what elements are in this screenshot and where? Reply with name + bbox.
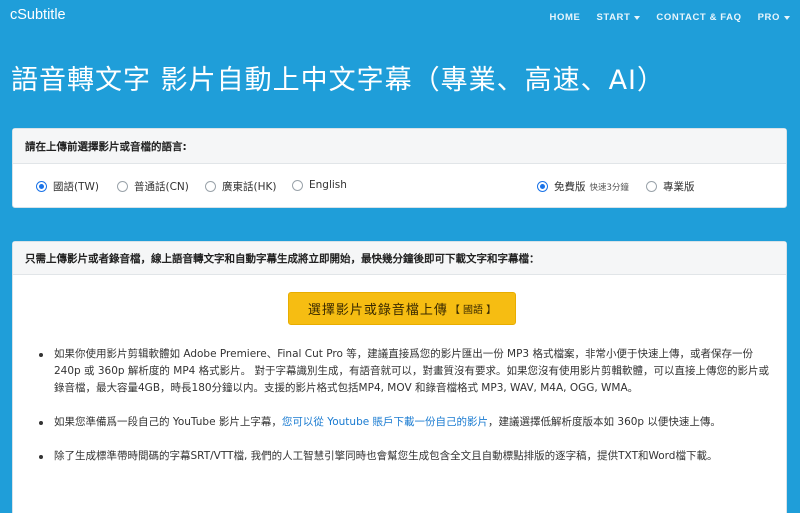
radio-label: 專業版 <box>663 181 695 193</box>
nav-home[interactable]: HOME <box>550 12 581 23</box>
brand-logo[interactable]: cSubtitle <box>10 7 66 23</box>
radio-label: 普通話(CN) <box>134 181 189 193</box>
radio-unchecked-icon <box>646 181 657 192</box>
radio-putonghua-cn[interactable]: 普通話(CN) <box>117 179 189 194</box>
radio-pro-plan[interactable]: 專業版 <box>646 179 695 194</box>
list-item-text: ，建議選擇低解析度版本如 360p 以便快速上傳。 <box>488 416 721 428</box>
radio-checked-icon <box>36 181 47 192</box>
radio-unchecked-icon <box>292 179 303 191</box>
caret-down-icon <box>634 16 641 20</box>
list-item: 如果你使用影片剪辑軟體如 Adobe Premiere、Final Cut Pr… <box>35 346 775 397</box>
nav-start-label: START <box>596 12 631 23</box>
nav-contact-label: CONTACT & FAQ <box>656 12 742 23</box>
nav-menu: HOME START CONTACT & FAQ PRO <box>550 12 790 23</box>
radio-label: English <box>309 179 347 191</box>
language-select-card: 請在上傳前選擇影片或音檔的語言: 國語(TW) 普通話(CN) 廣東話(HK) … <box>12 128 787 208</box>
radio-label: 廣東話(HK) <box>222 181 277 193</box>
list-item-text: 如果你使用影片剪辑軟體如 Adobe Premiere、Final Cut Pr… <box>54 348 770 394</box>
upload-button-language-tag: 【 國語 】 <box>449 305 497 316</box>
radio-label: 免費版 <box>554 181 586 193</box>
upload-card: 只需上傳影片或者錄音檔，線上語音轉文字和自動字幕生成將立即開始，最快幾分鐘後即可… <box>12 241 787 513</box>
upload-button[interactable]: 選擇影片或錄音檔上傳 【 國語 】 <box>288 292 516 325</box>
caret-down-icon <box>784 16 790 20</box>
radio-unchecked-icon <box>117 181 128 192</box>
radio-checked-icon <box>537 181 548 192</box>
list-item-text: 除了生成標準帶時間碼的字幕SRT/VTT檔, 我們的人工智慧引擎同時也會幫您生成… <box>54 450 718 462</box>
nav-home-label: HOME <box>549 12 581 23</box>
radio-english[interactable]: English <box>292 179 347 191</box>
plan-note: 快速3分鐘 <box>589 182 629 193</box>
list-item: 除了生成標準帶時間碼的字幕SRT/VTT檔, 我們的人工智慧引擎同時也會幫您生成… <box>35 448 775 465</box>
page-title: 語音轉文字 影片自動上中文字幕（專業、高速、AI） <box>11 65 666 96</box>
upload-card-header: 只需上傳影片或者錄音檔，線上語音轉文字和自動字幕生成將立即開始，最快幾分鐘後即可… <box>13 242 786 275</box>
radio-cantonese-hk[interactable]: 廣東話(HK) <box>205 179 276 194</box>
radio-unchecked-icon <box>205 181 216 192</box>
language-radio-row: 國語(TW) 普通話(CN) 廣東話(HK) English 免費版 快速3分鐘… <box>13 164 786 208</box>
upload-button-label: 選擇影片或錄音檔上傳 <box>307 303 448 318</box>
radio-label: 國語(TW) <box>53 181 99 193</box>
radio-mandarin-tw[interactable]: 國語(TW) <box>36 179 99 194</box>
nav-pro[interactable]: PRO <box>758 12 790 23</box>
youtube-download-link[interactable]: 您可以從 Youtube 賬戶下載一份自己的影片 <box>282 416 488 428</box>
nav-contact-faq[interactable]: CONTACT & FAQ <box>656 12 741 23</box>
nav-pro-label: PRO <box>757 12 780 23</box>
list-item: 如果您準備爲一段自己的 YouTube 影片上字幕，您可以從 Youtube 賬… <box>35 414 775 431</box>
nav-start[interactable]: START <box>596 12 641 23</box>
navbar: cSubtitle HOME START CONTACT & FAQ PRO <box>0 0 800 36</box>
list-item-text: 如果您準備爲一段自己的 YouTube 影片上字幕， <box>54 416 282 428</box>
language-card-header: 請在上傳前選擇影片或音檔的語言: <box>13 129 786 164</box>
radio-free-plan[interactable]: 免費版 快速3分鐘 <box>537 179 629 194</box>
info-list: 如果你使用影片剪辑軟體如 Adobe Premiere、Final Cut Pr… <box>35 346 775 482</box>
